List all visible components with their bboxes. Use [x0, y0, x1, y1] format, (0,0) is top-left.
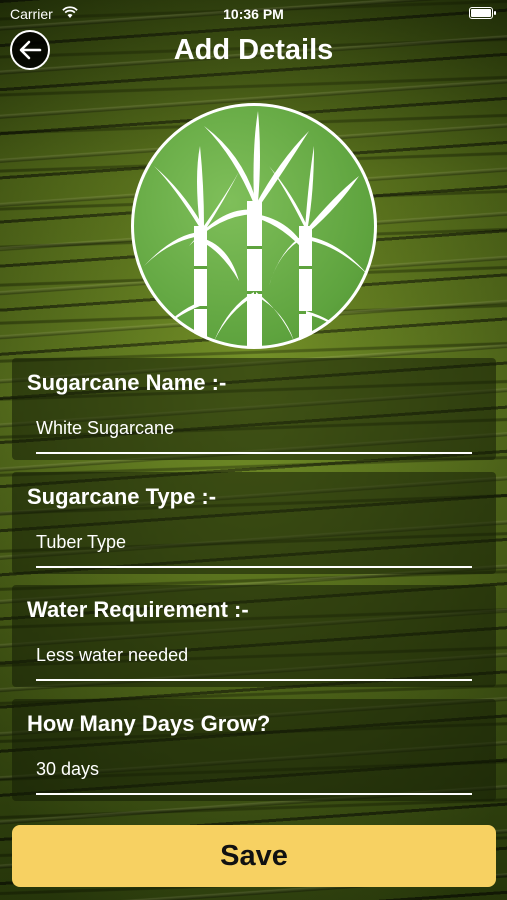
- water-requirement-card: Water Requirement :- Less water needed: [12, 585, 496, 687]
- field-label: How Many Days Grow?: [27, 711, 271, 736]
- sugarcane-name-card: Sugarcane Name :- White Sugarcane: [12, 358, 496, 460]
- field-label: Water Requirement :-: [27, 597, 249, 622]
- water-requirement-input[interactable]: Less water needed: [36, 645, 188, 666]
- grow-days-input[interactable]: 30 days: [36, 759, 99, 780]
- sugarcane-type-card: Sugarcane Type :- Tuber Type: [12, 472, 496, 574]
- grow-days-card: How Many Days Grow? 30 days: [12, 699, 496, 801]
- status-bar: Carrier 10:36 PM: [0, 0, 507, 28]
- input-underline: [36, 452, 472, 454]
- clock: 10:36 PM: [223, 6, 284, 22]
- field-label: Sugarcane Type :-: [27, 484, 217, 509]
- save-button[interactable]: Save: [12, 825, 496, 887]
- input-underline: [36, 566, 472, 568]
- sugarcane-logo: [131, 103, 377, 349]
- input-underline: [36, 793, 472, 795]
- field-label: Sugarcane Name :-: [27, 370, 227, 395]
- page-title: Add Details: [173, 34, 334, 66]
- input-underline: [36, 679, 472, 681]
- sugarcane-type-input[interactable]: Tuber Type: [36, 532, 126, 553]
- battery-icon: [469, 7, 496, 19]
- sugarcane-name-input[interactable]: White Sugarcane: [36, 418, 174, 439]
- sugarcane-icon: [144, 111, 369, 346]
